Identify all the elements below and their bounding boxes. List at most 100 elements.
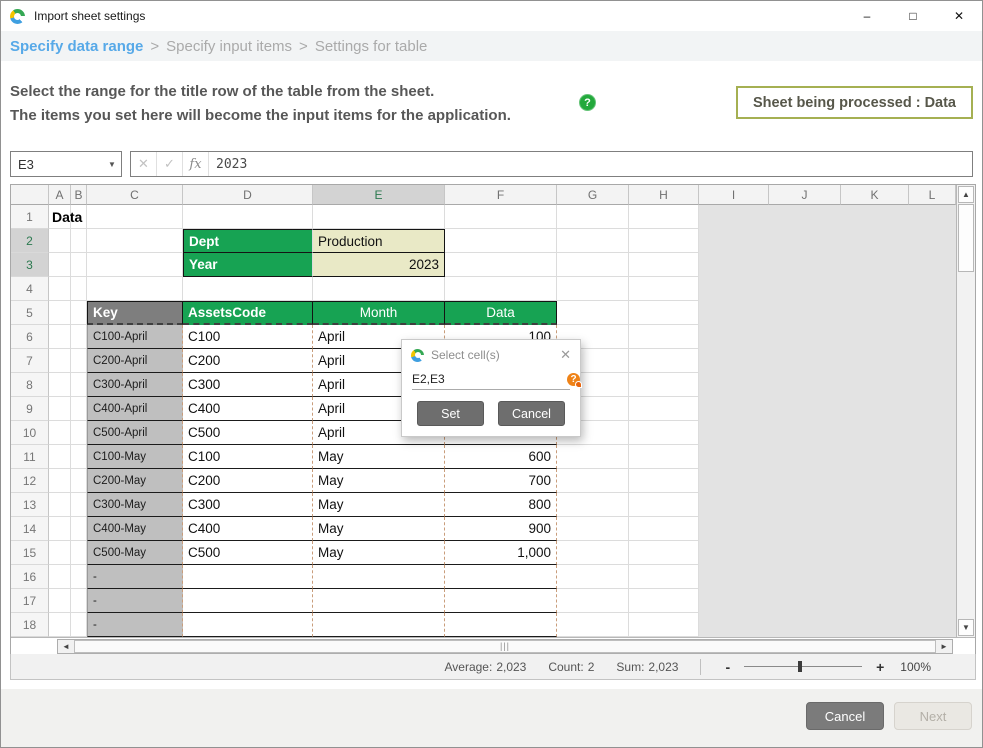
grid-cell-C4[interactable] — [87, 277, 183, 301]
grid-cell-L18[interactable] — [909, 613, 956, 637]
grid-cell-C2[interactable] — [87, 229, 183, 253]
row-header-17[interactable]: 17 — [11, 589, 49, 613]
grid-cell-K6[interactable] — [841, 325, 909, 349]
grid-cell-K1[interactable] — [841, 205, 909, 229]
zoom-in-button[interactable]: + — [870, 659, 890, 675]
help-icon[interactable]: ? — [579, 94, 596, 111]
column-header-I[interactable]: I — [699, 185, 769, 205]
grid-cell-B2[interactable] — [71, 229, 87, 253]
grid-cell-B8[interactable] — [71, 373, 87, 397]
grid-cell-F4[interactable] — [445, 277, 557, 301]
grid-cell-D17[interactable] — [183, 589, 313, 613]
grid-cell-B16[interactable] — [71, 565, 87, 589]
grid-cell-I9[interactable] — [699, 397, 769, 421]
grid-cell-K3[interactable] — [841, 253, 909, 277]
grid-cell-C11[interactable]: C100-May — [87, 445, 183, 469]
grid-cell-G15[interactable] — [557, 541, 629, 565]
row-header-10[interactable]: 10 — [11, 421, 49, 445]
column-header-J[interactable]: J — [769, 185, 841, 205]
grid-cell-A12[interactable] — [49, 469, 71, 493]
vertical-scroll-thumb[interactable] — [958, 204, 974, 272]
grid-cell-J11[interactable] — [769, 445, 841, 469]
grid-cell-C5[interactable]: Key — [87, 301, 183, 325]
grid-cell-A10[interactable] — [49, 421, 71, 445]
grid-cell-J13[interactable] — [769, 493, 841, 517]
column-header-F[interactable]: F — [445, 185, 557, 205]
grid-cell-B9[interactable] — [71, 397, 87, 421]
grid-cell-H6[interactable] — [629, 325, 699, 349]
grid-cell-K9[interactable] — [841, 397, 909, 421]
grid-cell-D12[interactable]: C200 — [183, 469, 313, 493]
grid-cell-J8[interactable] — [769, 373, 841, 397]
grid-cell-F17[interactable] — [445, 589, 557, 613]
grid-cell-A5[interactable] — [49, 301, 71, 325]
grid-cell-E17[interactable] — [313, 589, 445, 613]
zoom-out-button[interactable]: - — [719, 659, 736, 675]
grid-cell-G1[interactable] — [557, 205, 629, 229]
grid-cell-J4[interactable] — [769, 277, 841, 301]
grid-cell-L12[interactable] — [909, 469, 956, 493]
grid-cell-G16[interactable] — [557, 565, 629, 589]
grid-cell-K14[interactable] — [841, 517, 909, 541]
grid-cell-J1[interactable] — [769, 205, 841, 229]
grid-cell-B4[interactable] — [71, 277, 87, 301]
grid-cell-C15[interactable]: C500-May — [87, 541, 183, 565]
maximize-button[interactable]: □ — [890, 1, 936, 31]
grid-cell-H1[interactable] — [629, 205, 699, 229]
scroll-down-icon[interactable]: ▼ — [958, 619, 974, 636]
grid-cell-E5[interactable]: Month — [313, 301, 445, 325]
grid-cell-H3[interactable] — [629, 253, 699, 277]
grid-cell-G13[interactable] — [557, 493, 629, 517]
grid-cell-A13[interactable] — [49, 493, 71, 517]
grid-cell-C17[interactable]: - — [87, 589, 183, 613]
grid-cell-K2[interactable] — [841, 229, 909, 253]
grid-cell-H17[interactable] — [629, 589, 699, 613]
grid-cell-F14[interactable]: 900 — [445, 517, 557, 541]
grid-cell-B13[interactable] — [71, 493, 87, 517]
scroll-right-icon[interactable]: ► — [936, 640, 952, 653]
grid-cell-E11[interactable]: May — [313, 445, 445, 469]
grid-cell-K16[interactable] — [841, 565, 909, 589]
grid-cell-C9[interactable]: C400-April — [87, 397, 183, 421]
grid-cell-I3[interactable] — [699, 253, 769, 277]
column-header-C[interactable]: C — [87, 185, 183, 205]
grid-cell-J9[interactable] — [769, 397, 841, 421]
grid-cell-F1[interactable] — [445, 205, 557, 229]
grid-cell-L10[interactable] — [909, 421, 956, 445]
grid-cell-I15[interactable] — [699, 541, 769, 565]
row-header-2[interactable]: 2 — [11, 229, 49, 253]
scroll-up-icon[interactable]: ▲ — [958, 186, 974, 203]
grid-cell-H14[interactable] — [629, 517, 699, 541]
grid-cell-H18[interactable] — [629, 613, 699, 637]
name-box-dropdown-icon[interactable]: ▼ — [103, 160, 121, 169]
formula-input[interactable] — [209, 152, 972, 176]
column-header-E[interactable]: E — [313, 185, 445, 205]
grid-cell-A9[interactable] — [49, 397, 71, 421]
grid-cell-D6[interactable]: C100 — [183, 325, 313, 349]
grid-cell-D10[interactable]: C500 — [183, 421, 313, 445]
grid-cell-I8[interactable] — [699, 373, 769, 397]
grid-cell-C8[interactable]: C300-April — [87, 373, 183, 397]
grid-cell-I18[interactable] — [699, 613, 769, 637]
row-header-4[interactable]: 4 — [11, 277, 49, 301]
grid-cell-B17[interactable] — [71, 589, 87, 613]
grid-cell-L4[interactable] — [909, 277, 956, 301]
grid-cell-H11[interactable] — [629, 445, 699, 469]
grid-cell-B14[interactable] — [71, 517, 87, 541]
grid-cell-G2[interactable] — [557, 229, 629, 253]
column-header-G[interactable]: G — [557, 185, 629, 205]
grid-cell-C10[interactable]: C500-April — [87, 421, 183, 445]
grid-cell-I14[interactable] — [699, 517, 769, 541]
grid-cell-L2[interactable] — [909, 229, 956, 253]
grid-cell-A8[interactable] — [49, 373, 71, 397]
grid-cell-C1[interactable] — [87, 205, 183, 229]
grid-cell-F3[interactable] — [445, 253, 557, 277]
grid-cell-B18[interactable] — [71, 613, 87, 637]
grid-cell-L17[interactable] — [909, 589, 956, 613]
grid-cell-D11[interactable]: C100 — [183, 445, 313, 469]
grid-cell-I12[interactable] — [699, 469, 769, 493]
minimize-button[interactable]: – — [844, 1, 890, 31]
cell-range-input[interactable] — [412, 372, 567, 386]
grid-cell-D18[interactable] — [183, 613, 313, 637]
zoom-slider-handle[interactable] — [798, 661, 802, 672]
